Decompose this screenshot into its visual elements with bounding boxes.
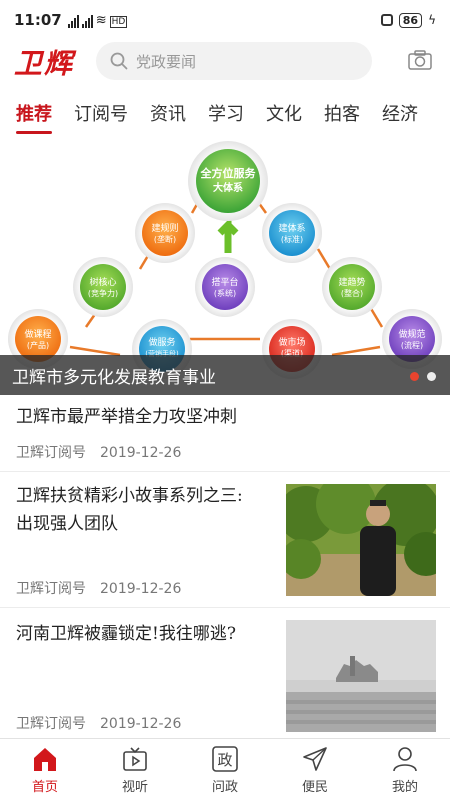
tab-reporter[interactable]: 拍客 — [324, 100, 366, 132]
news-title: 卫辉扶贫精彩小故事系列之三: 出现强人团队 — [16, 482, 243, 538]
tv-icon — [123, 747, 147, 771]
news-source: 卫辉订阅号 — [16, 445, 86, 461]
hd-icon: HD — [109, 15, 128, 28]
node-1-line2: (垄断) — [154, 234, 176, 244]
status-bar: 11:07 ≋ HD 86 ϟ — [0, 0, 450, 40]
charging-icon: ϟ — [428, 13, 436, 27]
zheng-glyph: 政 — [217, 751, 232, 769]
node-4-line1: 搭平台 — [211, 276, 238, 288]
node-5-line2: (整合) — [341, 288, 363, 298]
app-header: 卫辉 党政要闻 — [0, 40, 450, 84]
node-3-line2: (竞争力) — [88, 288, 118, 298]
news-meta: 卫辉订阅号 2019-12-26 — [16, 578, 181, 598]
news-meta: 卫辉订阅号 2019-12-26 — [16, 442, 181, 462]
status-time: 11:07 — [14, 11, 62, 29]
tab-news[interactable]: 资讯 — [150, 100, 192, 132]
node-3-line1: 树核心 — [89, 276, 116, 288]
node-5-line1: 建趋势 — [338, 276, 365, 288]
news-title-line: 卫辉扶贫精彩小故事系列之三: — [16, 486, 243, 506]
news-date: 2019-12-26 — [100, 445, 182, 461]
search-icon — [110, 52, 128, 70]
banner-carousel[interactable]: 全方位服务 大体系 建规则 (垄断) 建体系 (标准) 树核心 (竞争力) 搭平… — [0, 141, 450, 395]
status-right: 86 ϟ — [380, 12, 436, 28]
camera-icon[interactable] — [408, 50, 432, 70]
news-title: 河南卫辉被霾锁定!我往哪逃? — [16, 624, 236, 644]
nav-label: 问政 — [211, 780, 238, 795]
node-1-line1: 建规则 — [151, 222, 178, 234]
battery-indicator: 86 — [398, 12, 423, 28]
node-2-line2: (标准) — [281, 234, 303, 244]
nav-home[interactable]: 首页 — [0, 739, 90, 800]
nav-label: 视听 — [121, 780, 148, 795]
app-logo: 卫辉 — [14, 47, 75, 80]
carousel-dot[interactable] — [410, 372, 419, 381]
node-6-line2: (产品) — [27, 340, 49, 350]
tab-study[interactable]: 学习 — [208, 100, 250, 132]
signal-icons: ≋ HD — [67, 12, 128, 28]
thumbnail-image — [286, 484, 436, 596]
signal-icon-2 — [81, 14, 93, 28]
news-date: 2019-12-26 — [100, 716, 182, 732]
nav-profile[interactable]: 我的 — [360, 739, 450, 800]
nav-label: 便民 — [301, 780, 328, 795]
node-7-line1: 做服务 — [148, 336, 175, 348]
node-9-line2: (流程) — [401, 340, 423, 350]
news-date: 2019-12-26 — [100, 581, 182, 597]
news-source: 卫辉订阅号 — [16, 716, 86, 732]
news-meta: 卫辉订阅号 2019-12-26 — [16, 713, 181, 733]
signal-icon — [67, 14, 79, 28]
send-icon — [303, 747, 327, 771]
news-source: 卫辉订阅号 — [16, 581, 86, 597]
news-title: 卫辉市最严举措全力攻坚冲刺 — [16, 407, 237, 427]
category-tabs: 推荐 订阅号 资讯 学习 文化 拍客 经济 — [0, 94, 450, 138]
news-item[interactable]: 卫辉扶贫精彩小故事系列之三: 出现强人团队 卫辉订阅号 2019-12-26 — [0, 472, 450, 608]
nav-politics[interactable]: 政 问政 — [180, 739, 270, 800]
nav-video[interactable]: 视听 — [90, 739, 180, 800]
news-thumbnail — [286, 484, 436, 596]
node-4-line2: (系统) — [214, 288, 236, 298]
lock-icon — [380, 14, 393, 26]
nav-label: 我的 — [391, 780, 418, 795]
news-title-line: 出现强人团队 — [16, 514, 118, 534]
nav-label: 首页 — [31, 780, 58, 795]
node-top-line2: 大体系 — [213, 181, 243, 194]
tab-culture[interactable]: 文化 — [266, 100, 308, 132]
user-icon — [393, 747, 417, 772]
node-9-line1: 做规范 — [398, 328, 425, 340]
tab-economy[interactable]: 经济 — [382, 100, 424, 132]
node-8-line1: 做市场 — [278, 336, 305, 348]
search-input[interactable]: 党政要闻 — [96, 42, 372, 80]
home-icon — [34, 748, 56, 771]
node-top-line1: 全方位服务 — [200, 166, 257, 180]
news-item[interactable]: 河南卫辉被霾锁定!我往哪逃? 卫辉订阅号 2019-12-26 — [0, 608, 450, 738]
carousel-dots — [410, 372, 436, 381]
tab-recommend[interactable]: 推荐 — [16, 100, 58, 134]
wifi-icon: ≋ — [95, 12, 107, 28]
zheng-icon: 政 — [212, 746, 238, 772]
bottom-nav: 首页 视听 政 问政 便民 我的 — [0, 738, 450, 800]
news-thumbnail — [286, 620, 436, 732]
tab-subscriptions[interactable]: 订阅号 — [74, 100, 134, 132]
banner-caption: 卫辉市多元化发展教育事业 — [0, 355, 450, 395]
thumbnail-image — [286, 620, 436, 732]
nav-service[interactable]: 便民 — [270, 739, 360, 800]
news-item[interactable]: 卫辉市最严举措全力攻坚冲刺 卫辉订阅号 2019-12-26 — [0, 395, 450, 472]
carousel-dot[interactable] — [427, 372, 436, 381]
search-placeholder: 党政要闻 — [136, 52, 197, 71]
node-2-line1: 建体系 — [278, 222, 305, 234]
node-6-line1: 做课程 — [24, 328, 51, 340]
up-arrow — [217, 216, 239, 253]
